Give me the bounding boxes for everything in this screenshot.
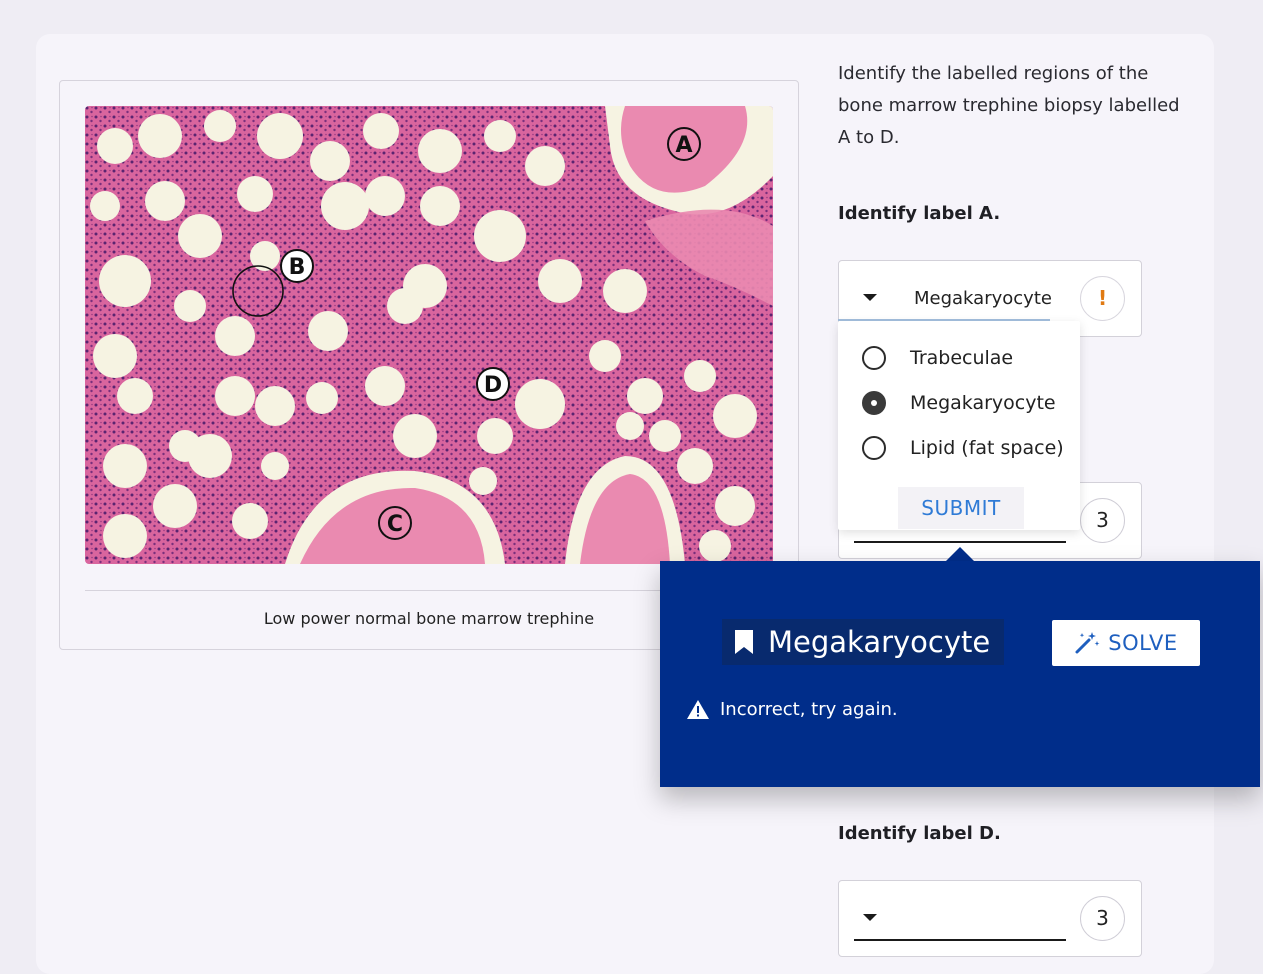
chevron-down-icon[interactable] [863,914,877,921]
solve-button-label: SOLVE [1108,631,1178,655]
feedback-text: Incorrect, try again. [720,699,898,720]
radio-selected-icon[interactable] [862,391,886,415]
option-megakaryocyte[interactable]: Megakaryocyte [862,388,1056,418]
submitted-answer-chip: Megakaryocyte [722,619,1005,665]
label-b-underline [854,541,1066,543]
marker-b-label: B [289,255,306,280]
option-label: Megakaryocyte [910,392,1056,414]
submitted-answer-text: Megakaryocyte [768,625,991,659]
label-d-attempts-badge: 3 [1080,896,1125,941]
label-d-select[interactable]: 3 [838,880,1142,957]
chevron-down-icon[interactable] [863,294,877,301]
question-prompt: Identify the labelled regions of the bon… [838,63,1180,148]
popup-pointer [946,547,974,561]
option-label: Trabeculae [910,347,1014,369]
option-trabeculae[interactable]: Trabeculae [862,343,1013,373]
option-label: Lipid (fat space) [910,437,1064,459]
marker-d-label: D [484,373,502,398]
label-d-underline [854,939,1066,941]
dropdown-focus-line [838,319,1050,321]
warning-triangle-icon [687,700,709,719]
radio-unselected-icon[interactable] [862,346,886,370]
bookmark-icon [735,630,753,654]
label-a-heading: Identify label A. [838,203,1001,224]
label-a-selected-value[interactable]: Megakaryocyte [914,288,1052,309]
answer-dropdown: Trabeculae Megakaryocyte Lipid (fat spac… [838,319,1080,530]
feedback-popup: Megakaryocyte SOLVE Incorrect, try again… [660,561,1260,787]
label-b-attempts-badge: 3 [1080,498,1125,543]
magic-wand-icon [1075,632,1100,654]
submit-button[interactable]: SUBMIT [898,487,1024,529]
marker-a-label: A [675,133,692,158]
micrograph-image: A B C D [85,106,773,564]
option-lipid[interactable]: Lipid (fat space) [862,433,1064,463]
label-d-heading: Identify label D. [838,823,1001,844]
marker-c-label: C [387,512,403,537]
radio-unselected-icon[interactable] [862,436,886,460]
feedback-message: Incorrect, try again. [686,699,898,720]
warning-exclamation-icon: ! [1080,276,1125,321]
solve-button[interactable]: SOLVE [1052,620,1200,666]
